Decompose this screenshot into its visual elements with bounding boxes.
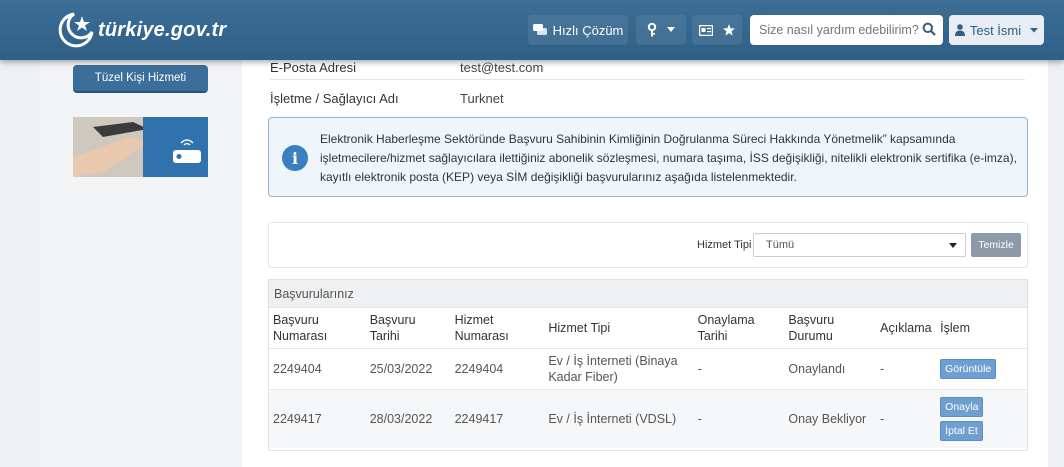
table-title: Başvurularınız xyxy=(269,280,1027,308)
table-row: 2249404 25/03/2022 2249404 Ev / İş İnter… xyxy=(269,347,1027,389)
table-header-row: Başvuru Numarası Başvuru Tarihi Hizmet N… xyxy=(269,308,1027,348)
chat-icon xyxy=(532,24,547,35)
cancel-button[interactable]: İptal Et xyxy=(940,420,983,441)
hand-device-illustration xyxy=(73,117,208,177)
service-type-select[interactable]: Tümü xyxy=(753,233,966,257)
actions-cell: Onayla İptal Et xyxy=(936,388,1027,448)
search-input[interactable] xyxy=(759,23,919,37)
approve-button[interactable]: Onayla xyxy=(940,396,984,417)
clear-button[interactable]: Temizle xyxy=(971,233,1021,257)
provider-value: Turknet xyxy=(460,91,504,106)
email-row: E-Posta Adresi test@test.com xyxy=(270,60,543,75)
service-number: 2249404 xyxy=(450,347,545,389)
application-number: 2249417 xyxy=(269,388,366,448)
quick-solution-button[interactable]: Hızlı Çözüm xyxy=(528,15,628,45)
filter-panel: Hizmet Tipi Tümü Temizle xyxy=(268,222,1028,268)
id-card-button[interactable] xyxy=(692,15,742,45)
user-icon xyxy=(954,24,965,36)
application-number: 2249404 xyxy=(269,347,366,389)
quick-solution-label: Hızlı Çözüm xyxy=(552,22,624,38)
approval-date: - xyxy=(693,347,785,389)
provider-label: İşletme / Sağlayıcı Adı xyxy=(270,91,399,106)
email-value: test@test.com xyxy=(460,60,544,75)
info-text: Elektronik Haberleşme Sektöründe Başvuru… xyxy=(320,132,1017,184)
chevron-down-icon xyxy=(1030,27,1039,32)
top-bar: türkiye.gov.tr Hızlı Çözüm Size nasıl ya… xyxy=(0,0,1064,60)
action-buttons: Onayla İptal Et xyxy=(940,396,1023,441)
search-icon[interactable] xyxy=(922,22,936,36)
column-header[interactable]: Başvuru Numarası xyxy=(269,308,366,348)
promo-image[interactable] xyxy=(73,117,208,177)
divider xyxy=(270,79,1025,80)
crescent-star-icon xyxy=(58,12,94,48)
applications-table: Başvuru Numarası Başvuru Tarihi Hizmet N… xyxy=(269,308,1027,448)
table-row: 2249417 28/03/2022 2249417 Ev / İş İnter… xyxy=(269,388,1027,448)
column-header[interactable]: Açıklama xyxy=(876,308,936,348)
view-button[interactable]: Görüntüle xyxy=(940,358,997,379)
service-type-selected: Tümü xyxy=(766,239,795,251)
service-type: Ev / İş İnterneti (VDSL) xyxy=(544,388,694,448)
column-header[interactable]: Hizmet Tipi xyxy=(544,308,693,348)
logo[interactable]: türkiye.gov.tr xyxy=(52,10,226,50)
key-icon xyxy=(647,23,657,37)
service-type: Ev / İş İnterneti (Binaya Kadar Fiber) xyxy=(544,347,694,389)
key-menu-button[interactable] xyxy=(636,15,686,45)
star-icon xyxy=(723,24,735,36)
application-date: 25/03/2022 xyxy=(365,347,451,389)
main-content: E-Posta Adresi test@test.com İşletme / S… xyxy=(242,60,1048,467)
column-header[interactable]: Onaylama Tarihi xyxy=(694,308,785,348)
provider-row: İşletme / Sağlayıcı Adı Turknet xyxy=(270,91,504,106)
description: - xyxy=(876,388,937,448)
user-menu-button[interactable]: Test İsmi xyxy=(949,15,1044,45)
applications-table-panel: Başvurularınız Başvuru Numarası Başvuru … xyxy=(268,279,1028,451)
email-label: E-Posta Adresi xyxy=(270,60,356,75)
description: - xyxy=(876,347,937,389)
left-sidebar: Tüzel Kişi Hizmeti xyxy=(40,60,242,467)
application-date: 28/03/2022 xyxy=(365,388,451,448)
caret-down-icon xyxy=(949,243,957,248)
column-header[interactable]: Başvuru Durumu xyxy=(784,308,876,348)
id-card-icon xyxy=(699,24,713,36)
info-alert: i Elektronik Haberleşme Sektöründe Başvu… xyxy=(268,117,1028,197)
chevron-down-icon xyxy=(667,27,675,32)
user-name: Test İsmi xyxy=(969,22,1022,38)
search-box[interactable] xyxy=(750,15,943,45)
application-status: Onay Bekliyor xyxy=(784,388,877,448)
info-icon: i xyxy=(282,145,308,171)
actions-cell: Görüntüle xyxy=(936,347,1027,389)
service-type-label: Hizmet Tipi xyxy=(697,239,752,251)
column-header[interactable]: Hizmet Numarası xyxy=(451,308,545,348)
column-header[interactable]: İşlem xyxy=(936,308,1027,348)
approval-date: - xyxy=(693,388,785,448)
service-number: 2249417 xyxy=(450,388,545,448)
logo-text: türkiye.gov.tr xyxy=(98,18,227,41)
application-status: Onaylandı xyxy=(784,347,877,389)
column-header[interactable]: Başvuru Tarihi xyxy=(366,308,451,348)
legal-entity-service-button[interactable]: Tüzel Kişi Hizmeti xyxy=(73,65,208,93)
